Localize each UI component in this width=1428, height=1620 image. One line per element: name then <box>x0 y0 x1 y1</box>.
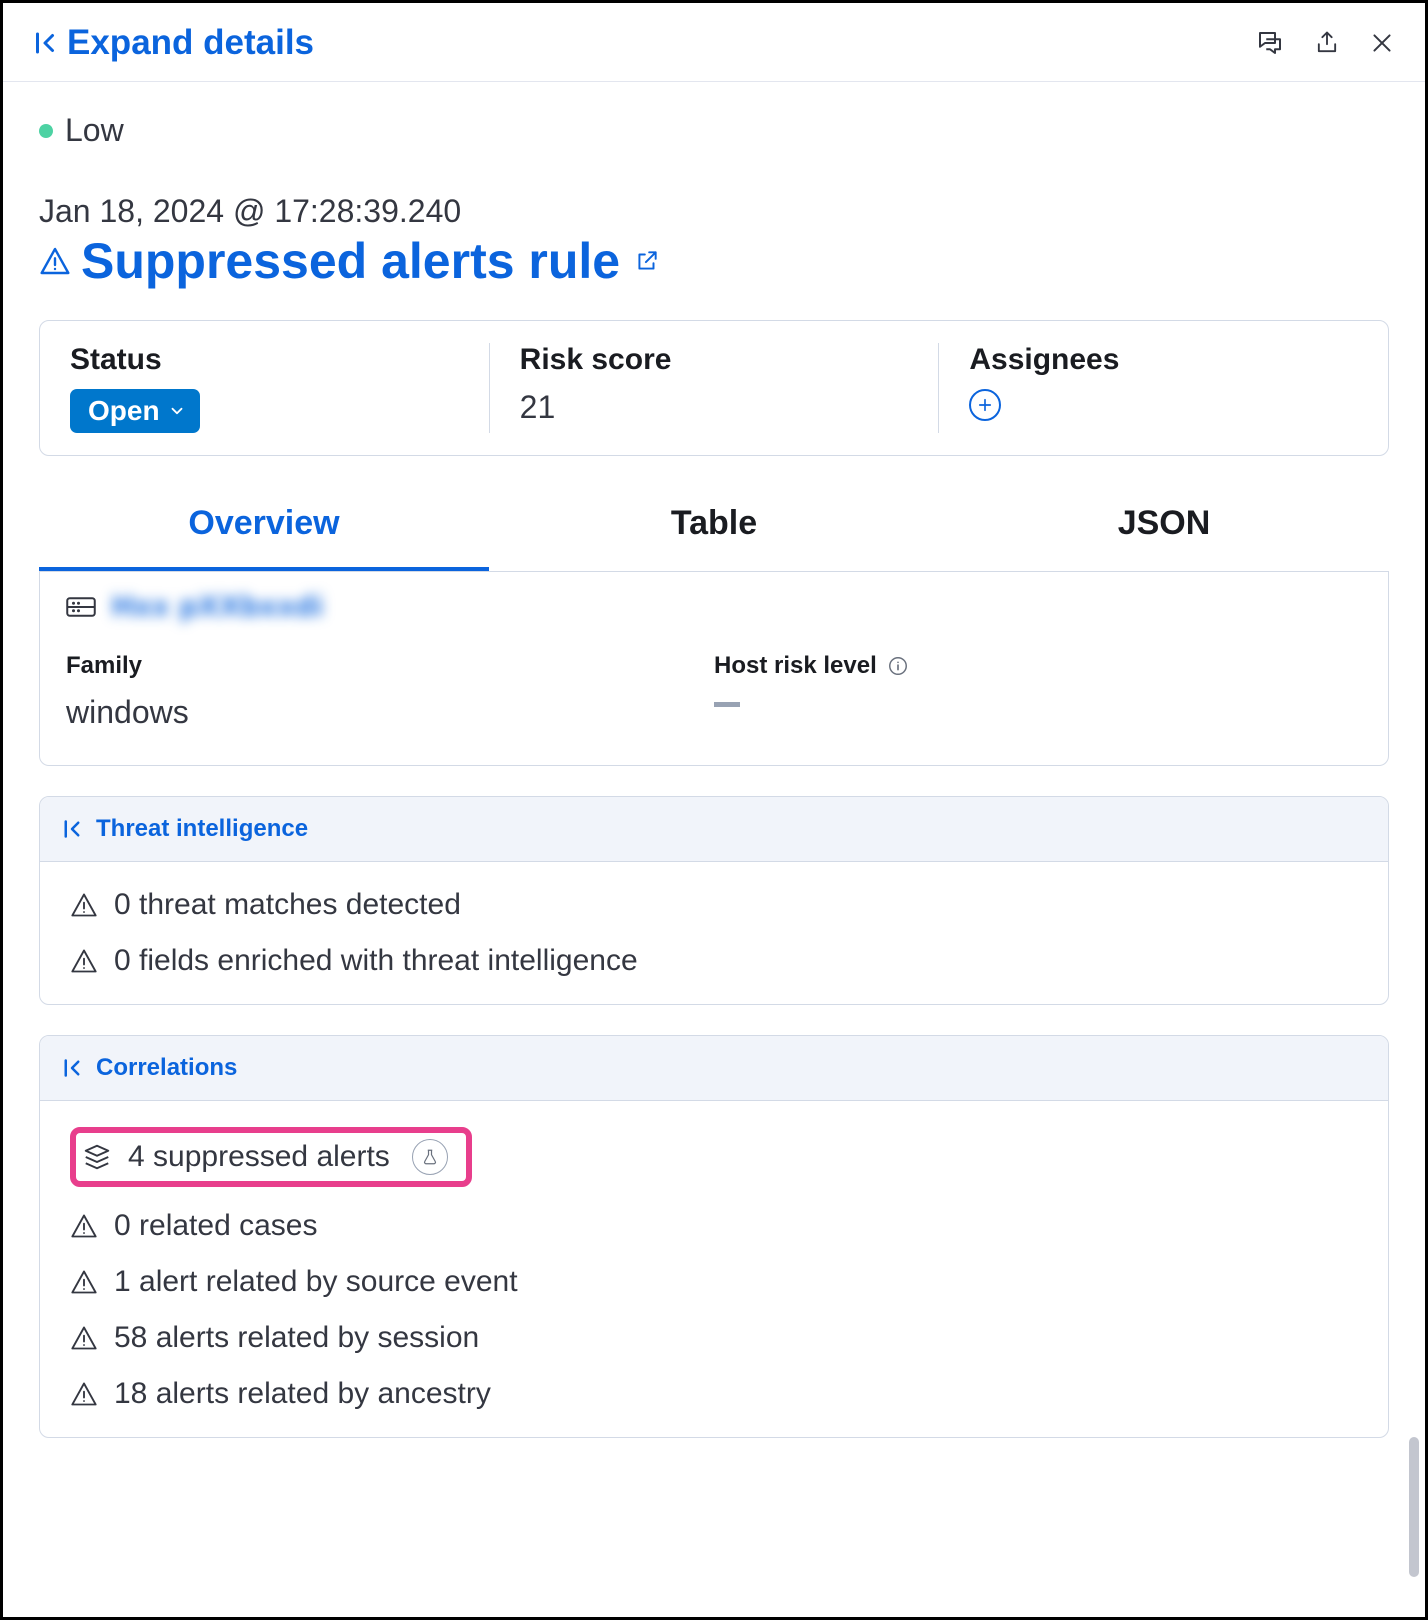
threat-intelligence-header: Threat intelligence <box>96 815 308 843</box>
family-value: windows <box>66 694 714 731</box>
warning-icon <box>70 891 98 919</box>
host-risk-level-label: Host risk level <box>714 652 1362 680</box>
layers-icon <box>82 1142 112 1172</box>
chevron-down-icon <box>168 402 186 420</box>
risk-score-value: 21 <box>520 389 909 426</box>
chat-icon[interactable] <box>1255 28 1285 58</box>
collapse-left-icon <box>62 817 82 841</box>
status-value: Open <box>88 395 160 427</box>
detail-tabs: Overview Table JSON <box>39 484 1389 572</box>
status-label: Status <box>70 343 459 377</box>
correlation-row: 58 alerts related by session <box>70 1321 1358 1355</box>
host-name-redacted[interactable]: Hxx pXXbxxdi <box>112 590 324 624</box>
collapse-left-icon <box>33 29 57 57</box>
family-label: Family <box>66 652 714 680</box>
external-link-icon[interactable] <box>634 248 660 274</box>
expand-details-link[interactable]: Expand details <box>33 23 314 63</box>
alert-timestamp: Jan 18, 2024 @ 17:28:39.240 <box>39 193 1389 230</box>
beaker-icon <box>412 1139 448 1175</box>
correlation-row: 0 related cases <box>70 1209 1358 1243</box>
suppressed-alerts-highlight: 4 suppressed alerts <box>70 1127 472 1187</box>
threat-intelligence-section: Threat intelligence 0 threat matches det… <box>39 796 1389 1005</box>
assignees-label: Assignees <box>969 343 1358 377</box>
warning-icon <box>70 1212 98 1240</box>
host-icon <box>66 596 96 618</box>
host-card: Hxx pXXbxxdi Family windows Host risk le… <box>39 572 1389 766</box>
tab-table[interactable]: Table <box>489 484 939 571</box>
warning-icon <box>70 947 98 975</box>
warning-icon <box>39 245 71 277</box>
expand-details-label: Expand details <box>67 23 314 63</box>
host-risk-level-empty <box>714 702 740 707</box>
warning-icon <box>70 1268 98 1296</box>
tab-json[interactable]: JSON <box>939 484 1389 571</box>
risk-score-label: Risk score <box>520 343 909 377</box>
tab-overview[interactable]: Overview <box>39 484 489 571</box>
severity-label: Low <box>65 112 124 149</box>
correlations-section: Correlations 4 suppressed alerts 0 relat… <box>39 1035 1389 1438</box>
info-icon[interactable] <box>887 655 909 677</box>
warning-icon <box>70 1324 98 1352</box>
warning-icon <box>70 1380 98 1408</box>
alert-summary-box: Status Open Risk score 21 Assignees <box>39 320 1389 456</box>
share-icon[interactable] <box>1313 28 1341 58</box>
plus-icon <box>976 396 994 414</box>
rule-title-link[interactable]: Suppressed alerts rule <box>81 232 620 290</box>
correlations-toggle[interactable]: Correlations <box>40 1036 1388 1101</box>
severity-dot-icon <box>39 124 53 138</box>
close-icon[interactable] <box>1369 30 1395 56</box>
threat-row: 0 threat matches detected <box>70 888 1358 922</box>
correlation-row: 18 alerts related by ancestry <box>70 1377 1358 1411</box>
threat-intelligence-toggle[interactable]: Threat intelligence <box>40 797 1388 862</box>
threat-row: 0 fields enriched with threat intelligen… <box>70 944 1358 978</box>
correlation-row: 1 alert related by source event <box>70 1265 1358 1299</box>
severity-indicator: Low <box>39 112 1389 149</box>
status-dropdown[interactable]: Open <box>70 389 200 433</box>
collapse-left-icon <box>62 1056 82 1080</box>
suppressed-alerts-row[interactable]: 4 suppressed alerts <box>82 1139 448 1175</box>
scrollbar-thumb[interactable] <box>1409 1437 1419 1577</box>
correlations-header: Correlations <box>96 1054 237 1082</box>
add-assignee-button[interactable] <box>969 389 1001 421</box>
